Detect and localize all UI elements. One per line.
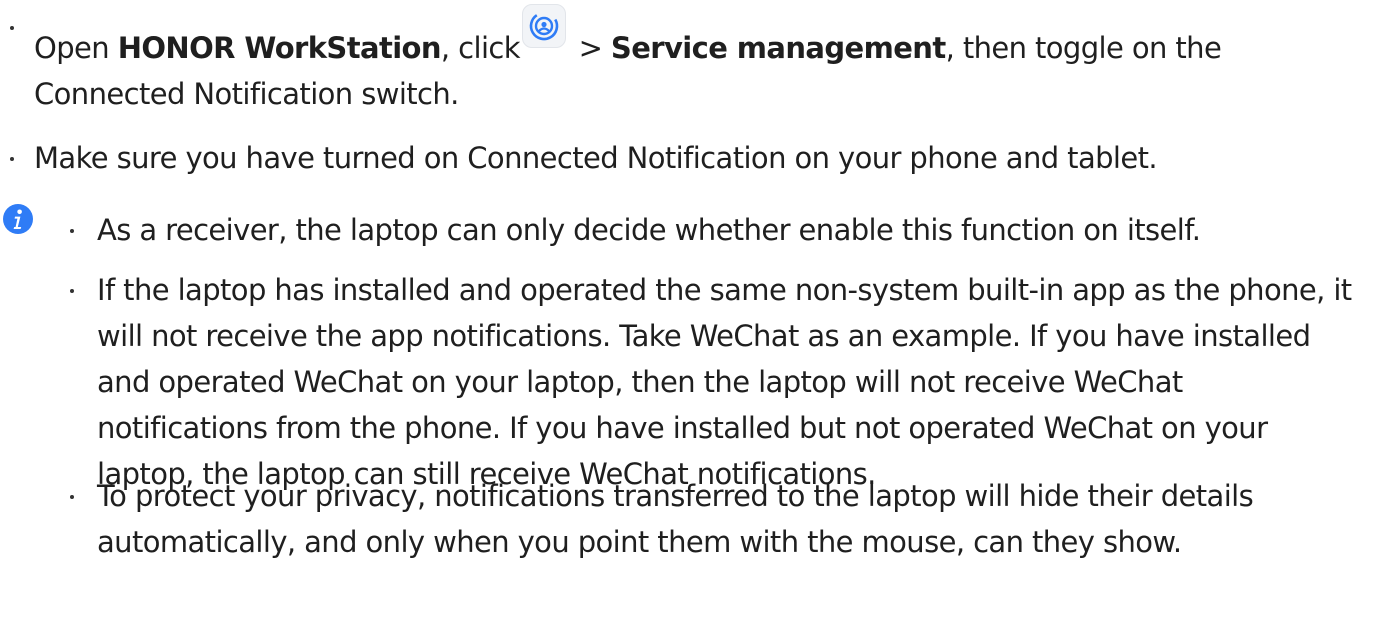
bullet-dot [70,495,74,499]
menu-separator: > [569,31,611,65]
workstation-settings-icon [521,4,566,48]
app-name: HONOR WorkStation [117,31,442,65]
bullet-dot [70,289,74,293]
bullet-dot [10,26,14,30]
note-item-text: As a receiver, the laptop can only decid… [97,213,1201,247]
document-body: Open HONOR WorkStation, click > Service … [0,0,1378,620]
bullet-dot [70,229,74,233]
list-item-text: Open HONOR WorkStation, click > Service … [34,4,1358,117]
note-item-text: To protect your privacy, notifications t… [97,479,1254,559]
item-text-prefix: Open [34,31,118,65]
note-item-text: If the laptop has installed and operated… [97,273,1352,491]
item-text-click: , click [440,31,521,65]
bullet-dot [10,157,14,161]
menu-item-service-management: Service management [610,31,946,65]
list-item-text: Make sure you have turned on Connected N… [34,141,1158,175]
info-icon [3,204,33,234]
